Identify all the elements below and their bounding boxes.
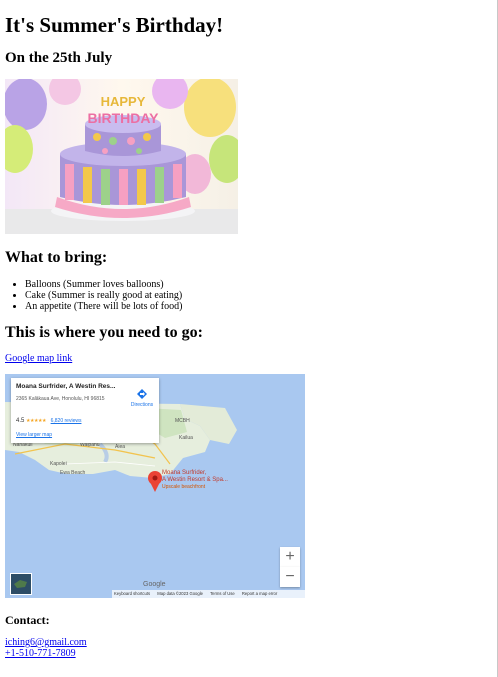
google-logo: Google (143, 581, 166, 588)
cake-topper-birthday: BIRTHDAY (87, 110, 159, 126)
map-pin-label[interactable]: Moana Surfrider, A Westin Resort & Spa..… (162, 470, 228, 491)
map-place-label: Kailua (179, 435, 193, 441)
map-attribution-bar: Keyboard shortcuts Map data ©2023 Google… (112, 590, 305, 598)
star-rating-icon: ★★★★★ (26, 418, 46, 424)
map-place-label: MCBH (175, 418, 190, 424)
place-title: Moana Surfrider, A Westin Res... (16, 383, 116, 390)
email-link[interactable]: iching6@gmail.com (5, 637, 87, 648)
embedded-map[interactable]: MCBH Kailua Waipahu Aiea Kapolei Ewa Bea… (5, 374, 305, 598)
map-place-label: Ewa Beach (60, 470, 86, 476)
place-info-card: Moana Surfrider, A Westin Res... 2365 Ka… (11, 378, 159, 443)
directions-button[interactable]: Directions (127, 388, 157, 408)
list-item: Cake (Summer is really good at eating) (25, 290, 182, 301)
map-place-label: Aiea (115, 444, 126, 450)
reviews-link[interactable]: 6,820 reviews (51, 418, 82, 424)
zoom-out-button[interactable]: − (280, 567, 300, 587)
bring-list: Balloons (Summer loves balloons) Cake (S… (5, 279, 182, 312)
page-title: It's Summer's Birthday! (5, 13, 224, 37)
place-rating: 4.5 ★★★★★ 6,820 reviews (16, 418, 82, 424)
map-place-label: Kapolei (50, 461, 67, 467)
what-to-bring-heading: What to bring: (5, 249, 108, 266)
zoom-in-button[interactable]: + (280, 547, 300, 567)
contact-heading: Contact: (5, 613, 50, 627)
cake-topper-happy: HAPPY (101, 94, 146, 109)
phone-link[interactable]: +1-510-771-7809 (5, 648, 76, 659)
map-data-label: Map data ©2023 Google (157, 591, 203, 596)
report-error-link[interactable]: Report a map error (242, 591, 277, 596)
keyboard-shortcuts-link[interactable]: Keyboard shortcuts (114, 591, 150, 596)
location-heading: This is where you need to go: (5, 324, 203, 341)
satellite-icon (11, 574, 31, 594)
google-map-link[interactable]: Google map link (5, 353, 72, 364)
list-item: An appetite (There will be lots of food) (25, 301, 182, 312)
directions-icon (137, 389, 147, 399)
birthday-cake-image: HAPPY BIRTHDAY (5, 79, 238, 234)
terms-link[interactable]: Terms of Use (210, 591, 235, 596)
satellite-toggle[interactable] (10, 573, 32, 595)
list-item: Balloons (Summer loves balloons) (25, 279, 182, 290)
event-date: On the 25th July (5, 50, 113, 66)
view-larger-map-link[interactable]: View larger map (16, 432, 52, 438)
place-address: 2365 Kalākaua Ave, Honolulu, HI 96815 (16, 396, 105, 402)
